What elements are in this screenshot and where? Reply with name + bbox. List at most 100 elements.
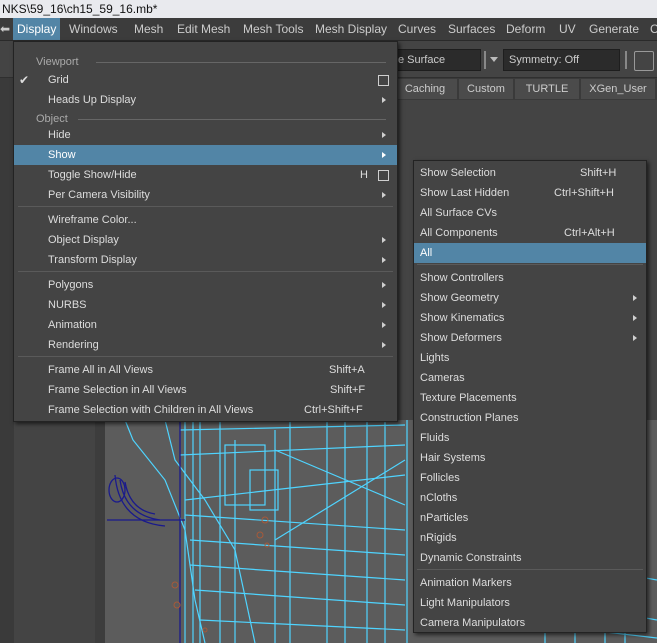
viewport-frame — [95, 420, 105, 643]
menu-item-label: Show Selection — [420, 167, 496, 179]
menu-mesh-tools[interactable]: Mesh Tools — [243, 18, 303, 40]
menu-uv[interactable]: UV — [559, 18, 576, 40]
menu-item-object-display[interactable]: Object Display — [14, 230, 397, 250]
menu-item-label: Fluids — [420, 432, 450, 444]
menu-item-rendering[interactable]: Rendering — [14, 335, 397, 355]
menu-surfaces[interactable]: Surfaces — [448, 18, 495, 40]
submenu-item-ncloths[interactable]: nCloths — [414, 488, 646, 508]
menu-item-label: All Surface CVs — [420, 207, 498, 219]
option-box-icon[interactable] — [378, 75, 389, 86]
menu-item-heads-up-display[interactable]: Heads Up Display — [14, 90, 397, 110]
tool-arrow-icon[interactable]: ⬅ — [0, 18, 10, 40]
menu-item-show[interactable]: Show — [14, 145, 397, 165]
menu-edit-mesh[interactable]: Edit Mesh — [177, 18, 230, 40]
submenu-item-nparticles[interactable]: nParticles — [414, 508, 646, 528]
check-icon: ✔ — [19, 73, 30, 87]
menu-item-label: Animation — [48, 319, 97, 331]
tab-caching[interactable]: Caching — [393, 79, 457, 99]
menu-item-label: Show Deformers — [420, 332, 502, 344]
submenu-item-all[interactable]: All — [414, 243, 646, 263]
menu-item-label: Camera Manipulators — [420, 617, 526, 629]
submenu-item-show-deformers[interactable]: Show Deformers — [414, 328, 646, 348]
menu-item-frame-selection[interactable]: Frame Selection in All Views Shift+F — [14, 380, 397, 400]
menu-mesh-display[interactable]: Mesh Display — [315, 18, 387, 40]
menu-item-toggle-show-hide[interactable]: Toggle Show/Hide H — [14, 165, 397, 185]
option-box-icon[interactable] — [378, 170, 389, 181]
submenu-arrow-icon — [382, 152, 386, 158]
menu-separator — [417, 264, 643, 265]
submenu-arrow-icon — [382, 322, 386, 328]
menu-item-label: Frame Selection in All Views — [48, 384, 187, 396]
submenu-arrow-icon — [382, 97, 386, 103]
menu-item-hide[interactable]: Hide — [14, 125, 397, 145]
menu-item-label: Lights — [420, 352, 450, 364]
menu-item-label: Show Last Hidden — [420, 187, 510, 199]
menu-item-nurbs[interactable]: NURBS — [14, 295, 397, 315]
menu-item-transform-display[interactable]: Transform Display — [14, 250, 397, 270]
shortcut-label: Shift+H — [580, 167, 617, 179]
menu-generate[interactable]: Generate — [589, 18, 639, 40]
submenu-item-show-selection[interactable]: Show Selection Shift+H — [414, 163, 646, 183]
shortcut-label: Ctrl+Shift+H — [554, 187, 614, 199]
submenu-item-all-components[interactable]: All Components Ctrl+Alt+H — [414, 223, 646, 243]
menu-item-label: Cameras — [420, 372, 465, 384]
tab-turtle[interactable]: TURTLE — [515, 79, 579, 99]
menu-item-label: All Components — [420, 227, 498, 239]
menu-item-frame-all[interactable]: Frame All in All Views Shift+A — [14, 360, 397, 380]
menu-windows[interactable]: Windows — [69, 18, 118, 40]
submenu-item-hair-systems[interactable]: Hair Systems — [414, 448, 646, 468]
submenu-item-texture-placements[interactable]: Texture Placements — [414, 388, 646, 408]
submenu-item-all-surface-cvs[interactable]: All Surface CVs — [414, 203, 646, 223]
tab-xgen-user[interactable]: XGen_User — [581, 79, 655, 99]
submenu-item-show-geometry[interactable]: Show Geometry — [414, 288, 646, 308]
submenu-item-camera-manipulators[interactable]: Camera Manipulators — [414, 613, 646, 633]
shortcut-label: Ctrl+Shift+F — [304, 404, 363, 416]
shortcut-label: Ctrl+Alt+H — [564, 227, 615, 239]
submenu-item-light-manipulators[interactable]: Light Manipulators — [414, 593, 646, 613]
submenu-item-show-last-hidden[interactable]: Show Last Hidden Ctrl+Shift+H — [414, 183, 646, 203]
submenu-item-show-controllers[interactable]: Show Controllers — [414, 268, 646, 288]
submenu-arrow-icon — [382, 132, 386, 138]
menu-item-label: All — [420, 247, 433, 259]
submenu-item-fluids[interactable]: Fluids — [414, 428, 646, 448]
shortcut-label: H — [360, 169, 368, 181]
tab-custom[interactable]: Custom — [459, 79, 513, 99]
submenu-arrow-icon — [382, 192, 386, 198]
menu-item-label: Dynamic Constraints — [420, 552, 522, 564]
dropdown-arrow-icon[interactable] — [490, 57, 498, 62]
menu-display[interactable]: Display — [13, 18, 61, 40]
magnet-icon[interactable] — [634, 51, 654, 71]
submenu-item-follicles[interactable]: Follicles — [414, 468, 646, 488]
submenu-item-show-kinematics[interactable]: Show Kinematics — [414, 308, 646, 328]
submenu-item-cameras[interactable]: Cameras — [414, 368, 646, 388]
menu-item-polygons[interactable]: Polygons — [14, 275, 397, 295]
menu-item-label: Frame All in All Views — [48, 364, 153, 376]
symmetry-dropdown[interactable]: Symmetry: Off — [503, 49, 620, 71]
menu-item-label: Follicles — [420, 472, 460, 484]
submenu-item-lights[interactable]: Lights — [414, 348, 646, 368]
menu-item-wireframe-color[interactable]: Wireframe Color... — [14, 210, 397, 230]
menu-deform[interactable]: Deform — [506, 18, 545, 40]
menu-item-label: Grid — [48, 74, 69, 86]
submenu-item-nrigids[interactable]: nRigids — [414, 528, 646, 548]
menu-mesh[interactable]: Mesh — [134, 18, 163, 40]
menu-item-animation[interactable]: Animation — [14, 315, 397, 335]
menu-item-per-camera-visibility[interactable]: Per Camera Visibility — [14, 185, 397, 205]
surface-field[interactable]: e Surface — [395, 49, 481, 71]
menu-item-label: Show Controllers — [420, 272, 504, 284]
menu-more[interactable]: C — [650, 18, 657, 40]
menu-item-grid[interactable]: ✔ Grid — [14, 70, 397, 90]
section-viewport: Viewport — [36, 56, 79, 68]
show-submenu: Show Selection Shift+H Show Last Hidden … — [413, 160, 647, 633]
submenu-item-animation-markers[interactable]: Animation Markers — [414, 573, 646, 593]
submenu-item-dynamic-constraints[interactable]: Dynamic Constraints — [414, 548, 646, 568]
menu-item-frame-selection-children[interactable]: Frame Selection with Children in All Vie… — [14, 400, 397, 420]
separator-handle — [625, 51, 627, 69]
menu-bar: ⬅ Display Windows Mesh Edit Mesh Mesh To… — [0, 18, 657, 41]
submenu-item-construction-planes[interactable]: Construction Planes — [414, 408, 646, 428]
menu-curves[interactable]: Curves — [398, 18, 436, 40]
section-object: Object — [36, 113, 68, 125]
menu-item-label: Heads Up Display — [48, 94, 137, 106]
menu-item-label: Per Camera Visibility — [48, 189, 150, 201]
menu-separator — [18, 356, 393, 357]
